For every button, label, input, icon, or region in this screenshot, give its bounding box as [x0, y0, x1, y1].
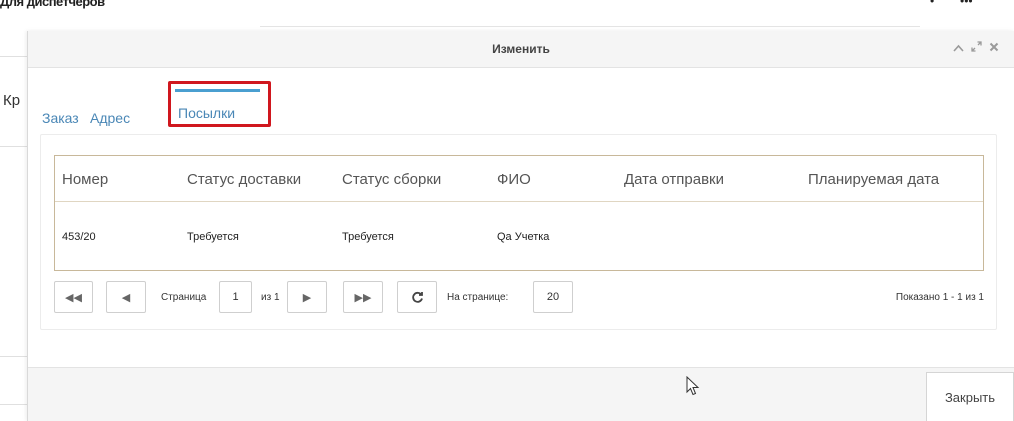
refresh-button[interactable] [397, 281, 437, 313]
grid-header: Номер Статус доставки Статус сборки ФИО … [55, 156, 983, 202]
background-title: Для диспетчеров [0, 0, 105, 9]
page-number-input[interactable]: 1 [219, 281, 252, 313]
expand-icon[interactable] [970, 41, 982, 55]
background-menu: ••• [960, 0, 973, 8]
highlight-box [168, 81, 271, 127]
prev-page-button[interactable]: ◀ [106, 281, 146, 313]
mouse-cursor-icon [686, 376, 700, 396]
dialog-header: Изменить [28, 31, 1014, 68]
pagination: ◀◀ ◀ Страница 1 из 1 ▶ ▶▶ На странице: 2… [54, 281, 984, 315]
background-label: Кр [3, 92, 21, 109]
divider [0, 356, 27, 357]
page-count-label: из 1 [261, 292, 280, 303]
double-right-icon: ▶▶ [354, 291, 372, 304]
cell-delivery-status: Требуется [187, 231, 239, 243]
divider [0, 146, 27, 147]
last-page-button[interactable]: ▶▶ [343, 281, 383, 313]
records-info: Показано 1 - 1 из 1 [895, 292, 984, 303]
left-icon: ◀ [121, 291, 131, 304]
column-full-name[interactable]: ФИО [497, 171, 531, 188]
per-page-label: На странице: [447, 292, 509, 303]
column-delivery-status[interactable]: Статус доставки [187, 171, 301, 188]
chevron-up-icon[interactable] [952, 41, 964, 55]
close-button[interactable]: Закрыть [926, 372, 1014, 421]
refresh-icon [411, 291, 423, 303]
close-icon[interactable] [988, 41, 1000, 55]
cell-number: 453/20 [62, 231, 96, 243]
dialog-title: Изменить [492, 42, 550, 56]
divider [0, 56, 27, 57]
column-ship-date[interactable]: Дата отправки [624, 171, 724, 188]
first-page-button[interactable]: ◀◀ [54, 281, 93, 313]
page-label: Страница [161, 292, 207, 303]
tab-address[interactable]: Адрес [90, 110, 130, 126]
parcels-panel: Номер Статус доставки Статус сборки ФИО … [40, 134, 997, 330]
column-assembly-status[interactable]: Статус сборки [342, 171, 441, 188]
column-planned-date[interactable]: Планируемая дата [808, 171, 939, 188]
table-row[interactable]: 453/20 Требуется Требуется Qa Учетка [55, 202, 983, 272]
dialog-controls [952, 41, 1000, 55]
divider [0, 404, 27, 405]
cell-full-name: Qa Учетка [497, 231, 550, 243]
dialog-footer: Закрыть [28, 367, 1014, 421]
double-left-icon: ◀◀ [65, 291, 82, 304]
edit-dialog: Изменить Заказ Адрес Посылки Номер Стату… [27, 31, 1014, 421]
cell-assembly-status: Требуется [342, 231, 394, 243]
divider [260, 26, 920, 27]
per-page-input[interactable]: 20 [533, 281, 573, 313]
parcels-grid: Номер Статус доставки Статус сборки ФИО … [54, 155, 984, 271]
tab-order[interactable]: Заказ [42, 110, 79, 126]
column-number[interactable]: Номер [62, 171, 108, 188]
right-icon: ▶ [302, 291, 312, 304]
next-page-button[interactable]: ▶ [287, 281, 327, 313]
background-marker: • [930, 0, 935, 8]
